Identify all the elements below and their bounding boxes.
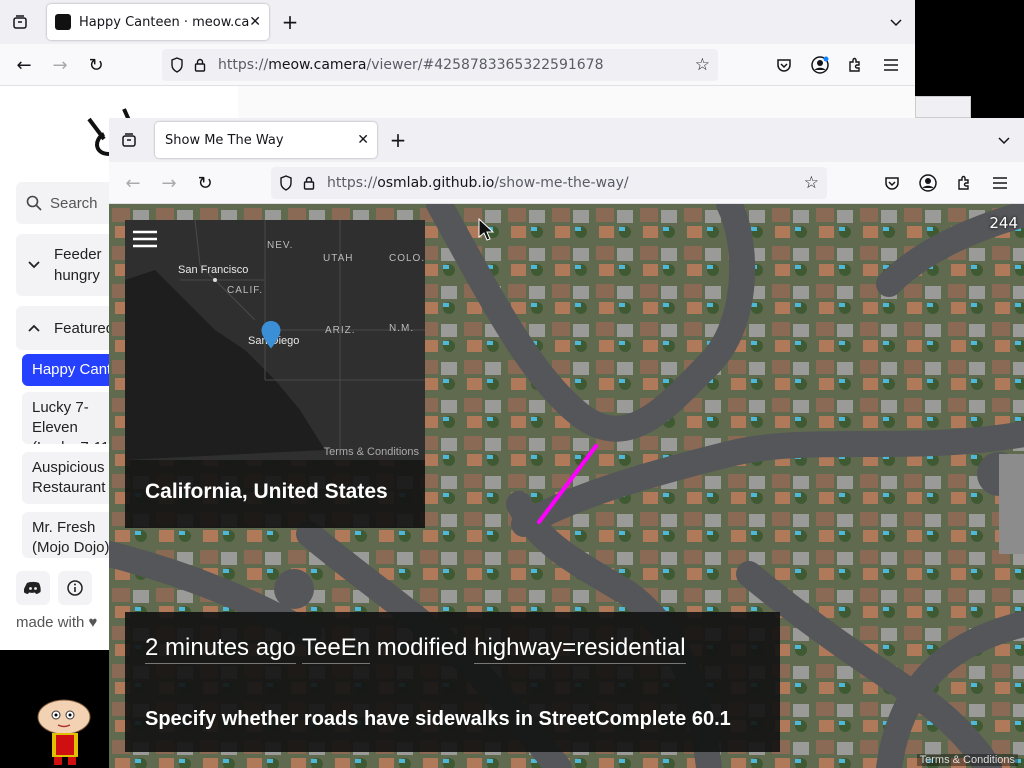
location-marker-icon	[260, 320, 282, 350]
star-icon[interactable]: ☆	[804, 173, 819, 193]
front-tab-title: Show Me The Way	[165, 132, 284, 148]
url-host: meow.camera	[268, 57, 367, 73]
star-icon[interactable]: ☆	[695, 55, 710, 75]
back-tab-bar: Happy Canteen · meow.camera ✕ +	[0, 0, 915, 44]
edit-summary: 2 minutes ago TeeEn modified highway=res…	[145, 634, 686, 664]
lock-icon	[303, 176, 315, 190]
section-label: Featured	[54, 319, 115, 337]
extensions-icon[interactable]	[952, 171, 976, 195]
menu-icon[interactable]	[879, 53, 903, 77]
chevron-down-icon[interactable]	[992, 128, 1016, 152]
front-nav-bar: ← → ↻ https://osmlab.github.io/show-me-t…	[109, 162, 1024, 204]
back-tab-title: Happy Canteen · meow.camera	[79, 14, 250, 30]
chevron-down-icon	[28, 261, 40, 269]
url-prefix: https://	[218, 57, 269, 73]
map-label-ariz: ARIZ.	[325, 325, 356, 336]
menu-icon[interactable]	[988, 171, 1012, 195]
new-tab-icon[interactable]: +	[278, 10, 302, 34]
desktop-cartoon-icon[interactable]	[34, 695, 98, 768]
lock-icon	[194, 58, 206, 72]
reload-icon[interactable]: ↻	[84, 53, 108, 77]
edit-info-panel: 2 minutes ago TeeEn modified highway=res…	[125, 612, 780, 752]
forward-arrow-icon[interactable]: →	[157, 171, 181, 195]
camera-item-label: Auspicious Restaurant	[32, 459, 106, 496]
search-placeholder: Search	[50, 194, 98, 212]
shield-icon	[170, 57, 184, 73]
shield-icon	[279, 175, 293, 191]
location-label: California, United States	[125, 460, 425, 528]
changeset-comment: Specify whether roads have sidewalks in …	[145, 708, 731, 730]
favicon-cat-icon	[55, 14, 71, 30]
mouse-cursor-icon	[478, 218, 494, 242]
edit-action-text: modified	[376, 634, 468, 661]
satellite-map[interactable]: 244 NEV. UTAH COLO. CALIF. ARIZ. N.M. Sa…	[109, 204, 1024, 768]
extensions-icon[interactable]	[843, 53, 867, 77]
account-icon[interactable]	[808, 53, 832, 77]
pocket-icon[interactable]	[880, 171, 904, 195]
map-terms-link[interactable]: Terms & Conditions	[916, 754, 1018, 766]
back-url-bar[interactable]: https://meow.camera/viewer/#425878336532…	[162, 49, 718, 81]
front-url-bar[interactable]: https://osmlab.github.io/show-me-the-way…	[271, 167, 827, 199]
made-with-text: made with ♥	[16, 614, 98, 631]
info-icon	[67, 580, 83, 596]
city-dot	[213, 278, 217, 282]
back-arrow-icon[interactable]: ←	[121, 171, 145, 195]
discord-button[interactable]	[16, 571, 50, 605]
camera-item-label: Lucky 7-Eleven (Lucky 7-11)	[32, 399, 114, 444]
back-active-tab[interactable]: Happy Canteen · meow.camera ✕	[47, 4, 269, 40]
map-label-calif: CALIF.	[227, 285, 264, 296]
reload-icon[interactable]: ↻	[193, 171, 217, 195]
minimap-terms-link[interactable]: Terms & Conditions	[324, 446, 419, 458]
url-prefix: https://	[327, 175, 378, 191]
search-icon	[26, 195, 42, 211]
camera-item-label: Mr. Fresh (Mojo Dojo)	[32, 519, 110, 556]
chevron-up-icon	[28, 324, 40, 332]
url-host: osmlab.github.io	[377, 175, 495, 191]
edit-time-link[interactable]: 2 minutes ago	[145, 634, 296, 664]
map-label-nm: N.M.	[389, 323, 415, 334]
account-icon[interactable]	[916, 171, 940, 195]
front-tab-bar: Show Me The Way ✕ +	[109, 118, 1024, 162]
edit-user-link[interactable]: TeeEn	[302, 634, 371, 664]
close-tab-icon[interactable]: ✕	[357, 132, 369, 148]
chevron-down-icon[interactable]	[884, 10, 908, 34]
discord-icon	[24, 581, 42, 595]
map-label-utah: UTAH	[323, 253, 354, 264]
close-tab-icon[interactable]: ✕	[249, 14, 261, 30]
edit-tag-link[interactable]: highway=residential	[474, 634, 686, 664]
map-label-colo: COLO.	[389, 253, 425, 264]
new-tab-icon[interactable]: +	[386, 128, 410, 152]
url-path: /show-me-the-way/	[494, 175, 629, 191]
map-label-nev: NEV.	[267, 240, 294, 251]
back-arrow-icon[interactable]: ←	[12, 53, 36, 77]
tab-list-icon[interactable]	[8, 10, 32, 34]
back-nav-bar: ← → ↻ https://meow.camera/viewer/#425878…	[0, 44, 915, 86]
map-city-san-francisco: San Francisco	[178, 264, 249, 276]
front-browser-window: Show Me The Way ✕ + ← → ↻ https://osmlab…	[109, 118, 1024, 768]
hamburger-menu-icon[interactable]	[133, 230, 157, 248]
url-path: /viewer/#4258783365322591678	[366, 57, 604, 73]
background-window-fragment	[915, 96, 971, 118]
counter-text: 244	[989, 214, 1018, 232]
info-button[interactable]	[58, 571, 92, 605]
forward-arrow-icon[interactable]: →	[48, 53, 72, 77]
front-active-tab[interactable]: Show Me The Way ✕	[155, 122, 377, 158]
pocket-icon[interactable]	[772, 53, 796, 77]
tab-list-icon[interactable]	[117, 128, 141, 152]
minimap[interactable]: NEV. UTAH COLO. CALIF. ARIZ. N.M. San Fr…	[125, 220, 425, 460]
